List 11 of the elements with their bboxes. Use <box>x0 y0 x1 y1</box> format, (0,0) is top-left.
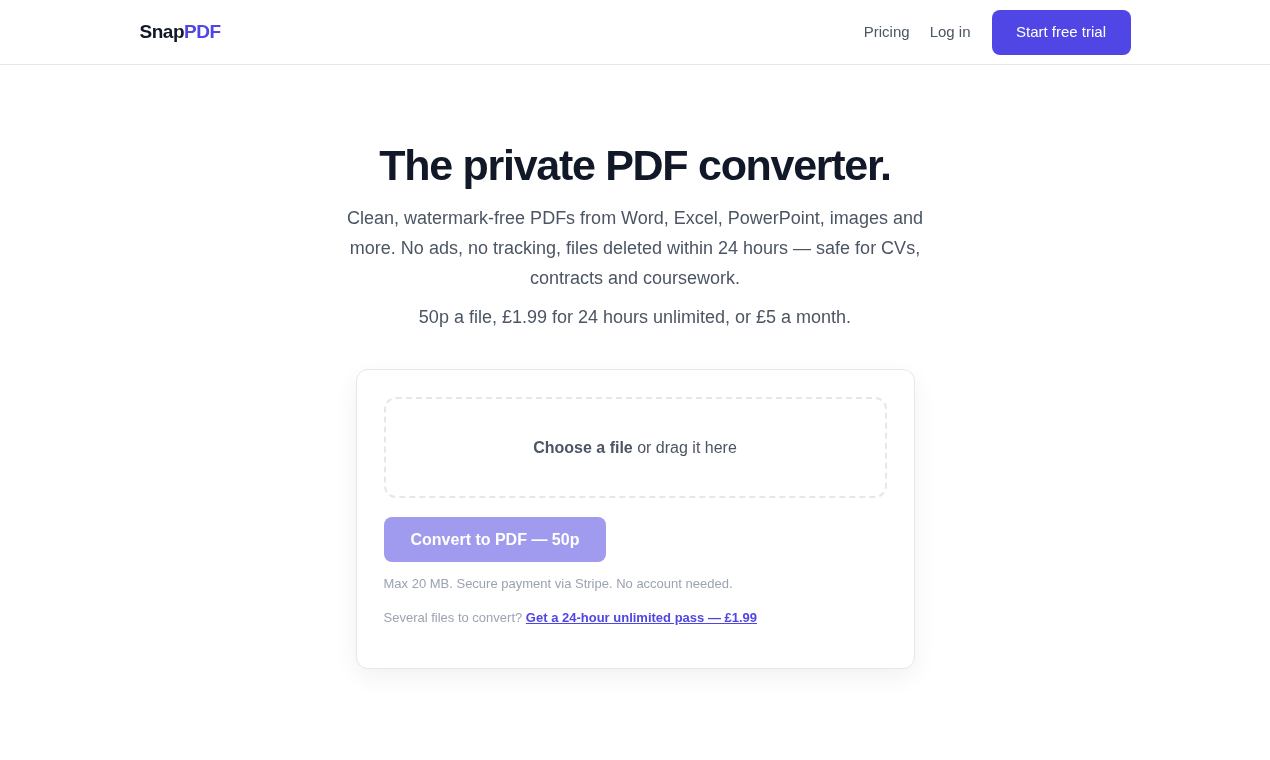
hero-title: The private PDF converter. <box>379 140 891 191</box>
logo[interactable]: SnapPDF <box>139 17 221 47</box>
file-dropzone[interactable]: Choose a file or drag it here <box>383 397 887 498</box>
nav-link[interactable]: Pricing <box>863 20 910 44</box>
nav-link[interactable]: Log in <box>929 20 971 44</box>
pricing-text: 50p a file, £1.99 for 24 hours unlimited, or £5 a month. <box>418 306 852 329</box>
start-trial-button[interactable]: Start free trial <box>991 9 1131 55</box>
hero-description: Clean, watermark-free PDFs from Word, Excel, PowerPoint, images and more. No ads, no tracking, files deleted within 24 hours — safe for CVs, contracts and coursework. <box>346 207 924 290</box>
unlimited-pass-link[interactable]: Get a 24-hour unlimited pass — £1.99 <box>525 610 758 625</box>
upsell-text: Several files to convert? Get a 24-hour unlimited pass — £1.99 <box>383 609 759 627</box>
note-text: Max 20 MB. Secure payment via Stripe. No account needed. <box>383 575 734 593</box>
